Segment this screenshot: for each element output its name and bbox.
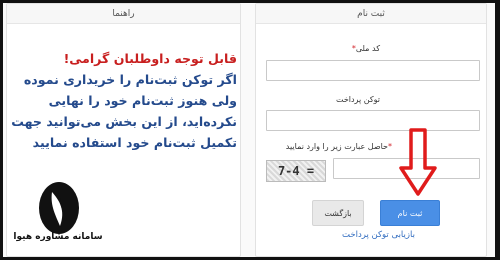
national-code-label: کد ملی*	[352, 44, 380, 53]
required-mark: *	[388, 142, 392, 151]
watermark-text: سامانه مشاوره هیوا	[13, 232, 103, 242]
register-panel-title: ثبت نام	[256, 4, 486, 24]
notice-text: قابل توجه داوطلبان گرامی! اگر توکن ثبت‌ن…	[11, 48, 237, 153]
captcha-image: 7-4 =	[266, 160, 326, 182]
guide-panel-title: راهنما	[7, 4, 240, 24]
logo-emblem-icon	[39, 182, 79, 234]
notice-body: اگر توکن ثبت‌نام را خریداری نموده ولی هن…	[11, 72, 237, 150]
national-code-input[interactable]	[266, 60, 480, 81]
tracking-code-input[interactable]	[266, 110, 480, 131]
logo: سامانه مشاوره هیوا	[13, 180, 104, 258]
notice-title: قابل توجه داوطلبان گرامی!	[63, 51, 237, 66]
token-recovery-link[interactable]: بازیابی توکن پرداخت	[342, 230, 415, 240]
arrow-down-icon	[399, 128, 437, 196]
captcha-label-text: حاصل عبارت زیر را وارد نمایید	[285, 142, 388, 151]
national-code-label-text: کد ملی	[355, 44, 380, 53]
back-button[interactable]: بازگشت	[312, 200, 364, 226]
submit-button[interactable]: ثبت نام	[380, 200, 440, 226]
captcha-label: *حاصل عبارت زیر را وارد نمایید	[286, 142, 392, 151]
tracking-code-label: توکن پرداخت	[335, 95, 380, 104]
